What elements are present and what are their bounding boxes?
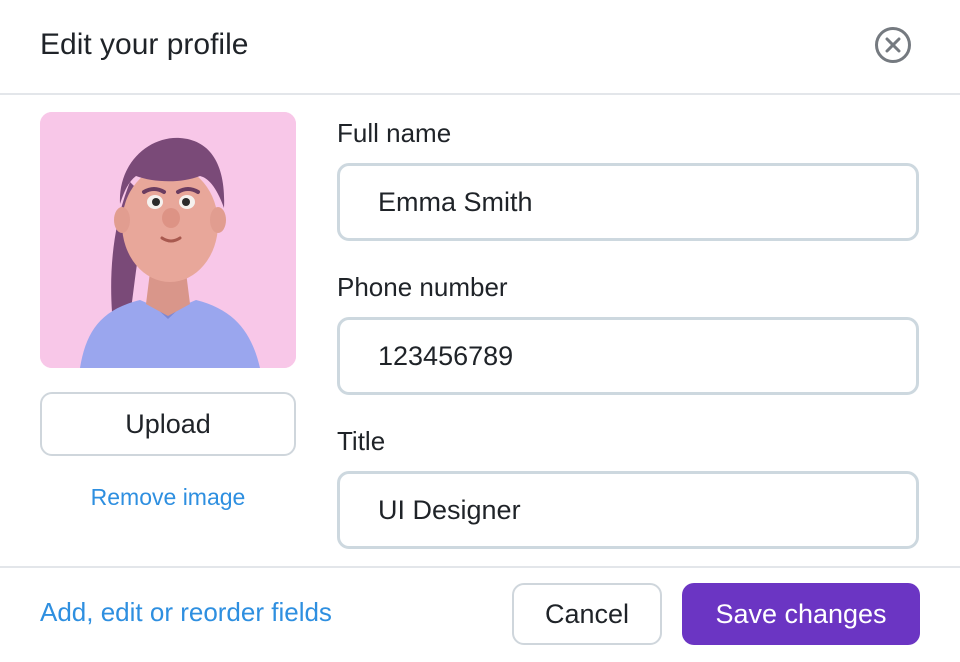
avatar bbox=[40, 112, 296, 368]
edit-profile-dialog: Edit your profile Upload Remove image Fu… bbox=[0, 0, 960, 662]
close-button[interactable] bbox=[875, 27, 911, 63]
remove-image-link[interactable]: Remove image bbox=[40, 484, 296, 511]
save-changes-button[interactable]: Save changes bbox=[682, 583, 920, 645]
cancel-button[interactable]: Cancel bbox=[512, 583, 662, 645]
title-label: Title bbox=[337, 426, 386, 456]
add-edit-reorder-fields-link[interactable]: Add, edit or reorder fields bbox=[40, 597, 332, 628]
upload-button[interactable]: Upload bbox=[40, 392, 296, 456]
full-name-label: Full name bbox=[337, 118, 452, 148]
profile-avatar-image bbox=[40, 112, 296, 368]
full-name-input[interactable] bbox=[337, 163, 919, 241]
phone-number-label: Phone number bbox=[337, 272, 508, 302]
title-input[interactable] bbox=[337, 471, 919, 549]
dialog-header: Edit your profile bbox=[0, 0, 960, 95]
close-circle-icon bbox=[885, 37, 901, 53]
phone-number-input[interactable] bbox=[337, 317, 919, 395]
dialog-title: Edit your profile bbox=[40, 28, 249, 61]
